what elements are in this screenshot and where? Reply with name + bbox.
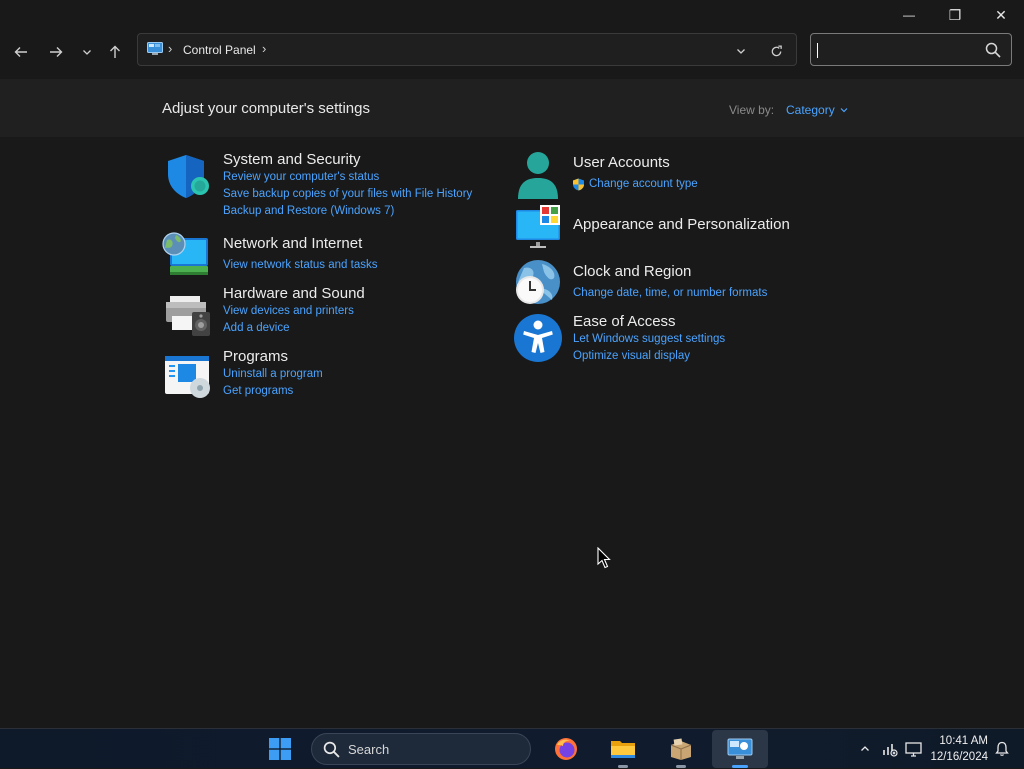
clock-date: 12/16/2024: [930, 751, 988, 763]
dropdown-chevron-icon: [737, 49, 745, 54]
backup-restore-link[interactable]: Backup and Restore (Windows 7): [223, 205, 394, 217]
search-icon: [985, 42, 1001, 58]
programs-title[interactable]: Programs: [223, 348, 288, 365]
display-icon: [904, 741, 922, 757]
navigation-bar: › Control Panel ›: [0, 30, 1024, 76]
monitor-tiles-icon[interactable]: [514, 204, 562, 252]
address-bar[interactable]: › Control Panel ›: [137, 33, 797, 66]
package-taskbar-button[interactable]: [663, 729, 699, 769]
network-icon: [883, 744, 898, 757]
title-bar-controls: — ❐ ✕: [886, 0, 1024, 30]
devices-printers-link[interactable]: View devices and printers: [223, 305, 354, 317]
accessibility-icon[interactable]: [514, 314, 562, 362]
view-by-label: View by:: [729, 103, 775, 117]
search-input[interactable]: [817, 39, 977, 61]
back-arrow-icon: [14, 47, 27, 57]
change-date-time-link[interactable]: Change date, time, or number formats: [573, 287, 767, 299]
refresh-button[interactable]: [766, 41, 786, 61]
search-box[interactable]: [810, 33, 1012, 66]
recent-locations-icon: [83, 50, 91, 55]
taskbar: Search 10:41 AM 12/16/2024: [0, 728, 1024, 768]
windows-start-icon: [269, 738, 291, 760]
shield-icon[interactable]: [164, 152, 212, 200]
address-separator-trailing[interactable]: ›: [262, 41, 266, 56]
page-title: Adjust your computer's settings: [162, 100, 370, 117]
network-status-link[interactable]: View network status and tasks: [223, 259, 377, 271]
header-band: Adjust your computer's settings View by:…: [0, 79, 1024, 137]
taskbar-search-label: Search: [348, 741, 390, 757]
display-button[interactable]: [902, 729, 924, 769]
user-accounts-title[interactable]: User Accounts: [573, 154, 670, 171]
start-button[interactable]: [262, 729, 298, 769]
recent-locations-button[interactable]: [73, 38, 101, 66]
clock-region-title[interactable]: Clock and Region: [573, 263, 691, 280]
notifications-button[interactable]: [992, 729, 1012, 769]
control-panel-icon: [147, 42, 163, 61]
clock-time: 10:41 AM: [939, 735, 988, 747]
appearance-title[interactable]: Appearance and Personalization: [573, 216, 790, 233]
get-programs-link[interactable]: Get programs: [223, 385, 293, 397]
globe-monitor-icon[interactable]: [162, 230, 210, 278]
back-button[interactable]: [7, 38, 35, 66]
view-by-dropdown[interactable]: Category: [786, 103, 848, 117]
programs-icon[interactable]: [164, 352, 212, 400]
mouse-cursor-icon: [597, 547, 611, 569]
clock-globe-icon[interactable]: [514, 260, 562, 308]
forward-button[interactable]: [42, 38, 70, 66]
address-location[interactable]: Control Panel: [183, 43, 256, 57]
text-caret: [817, 43, 818, 58]
network-title[interactable]: Network and Internet: [223, 235, 362, 252]
file-explorer-icon: [611, 741, 635, 758]
optimize-visual-link[interactable]: Optimize visual display: [573, 350, 690, 362]
search-icon: [323, 741, 340, 758]
control-panel-window: — ❐ ✕ › Control Panel › Adjust your comp…: [0, 0, 1024, 728]
add-device-link[interactable]: Add a device: [223, 322, 290, 334]
system-security-title[interactable]: System and Security: [223, 151, 361, 168]
address-dropdown-button[interactable]: [732, 42, 750, 60]
search-button[interactable]: [985, 42, 1001, 63]
firefox-taskbar-button[interactable]: [548, 729, 584, 769]
file-explorer-taskbar-button[interactable]: [605, 729, 641, 769]
user-icon[interactable]: [514, 151, 562, 199]
address-separator[interactable]: ›: [168, 41, 172, 56]
forward-arrow-icon: [50, 47, 63, 57]
suggest-settings-link[interactable]: Let Windows suggest settings: [573, 333, 725, 345]
up-arrow-icon: [110, 45, 120, 58]
change-account-type-link[interactable]: Change account type: [589, 178, 698, 190]
taskbar-search[interactable]: Search: [311, 733, 531, 765]
chevron-down-icon: [840, 108, 848, 113]
review-status-link[interactable]: Review your computer's status: [223, 171, 379, 183]
firefox-icon: [555, 738, 577, 760]
up-button[interactable]: [101, 38, 129, 66]
restore-button[interactable]: ❐: [932, 0, 978, 30]
refresh-icon: [771, 44, 782, 56]
close-button[interactable]: ✕: [978, 0, 1024, 30]
uninstall-program-link[interactable]: Uninstall a program: [223, 368, 323, 380]
network-status-button[interactable]: [879, 729, 901, 769]
control-panel-app-icon: [727, 738, 753, 759]
uac-shield-icon: [573, 178, 584, 191]
view-by-value[interactable]: Category: [786, 103, 835, 117]
file-history-link[interactable]: Save backup copies of your files with Fi…: [223, 188, 472, 200]
minimize-button[interactable]: —: [886, 0, 932, 30]
package-icon: [670, 738, 692, 760]
hardware-title[interactable]: Hardware and Sound: [223, 285, 365, 302]
printer-speaker-icon[interactable]: [164, 292, 212, 340]
show-hidden-icons-button[interactable]: [856, 729, 874, 769]
taskbar-clock[interactable]: 10:41 AM 12/16/2024: [930, 733, 988, 765]
notification-bell-icon: [995, 741, 1009, 756]
chevron-up-icon: [861, 746, 869, 751]
control-panel-taskbar-button[interactable]: [722, 729, 758, 769]
ease-access-title[interactable]: Ease of Access: [573, 313, 676, 330]
